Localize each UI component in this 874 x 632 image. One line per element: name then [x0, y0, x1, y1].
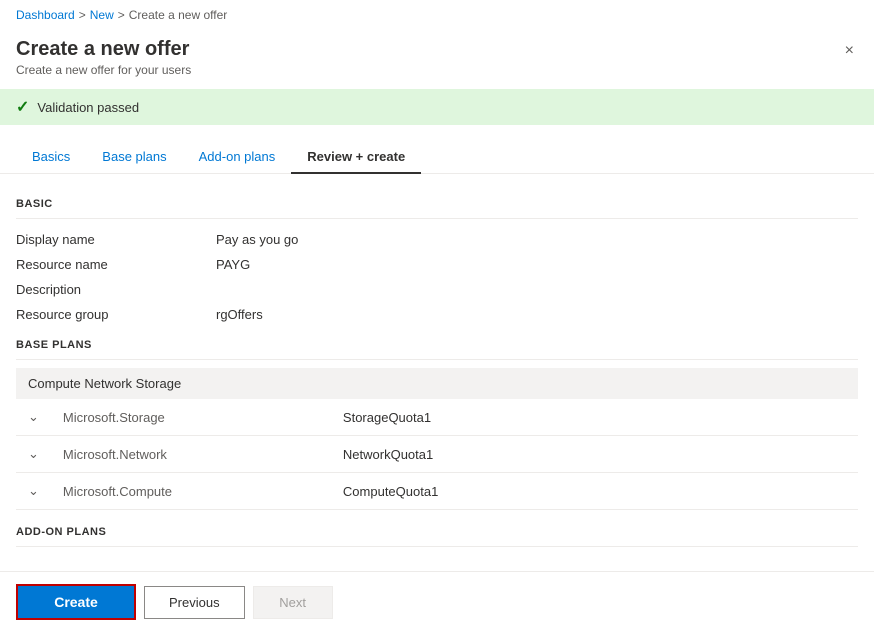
field-label-resource-name: Resource name: [16, 257, 216, 272]
quota-table: ⌄ Microsoft.Storage StorageQuota1 ⌄ Micr…: [16, 399, 858, 510]
chevron-storage: ⌄: [16, 399, 51, 436]
tab-basics[interactable]: Basics: [16, 141, 86, 174]
quota-row-compute: ⌄ Microsoft.Compute ComputeQuota1: [16, 473, 858, 510]
basic-section-header: BASIC: [16, 198, 858, 210]
field-value-display-name: Pay as you go: [216, 232, 298, 247]
next-button: Next: [253, 586, 333, 619]
base-plans-header: BASE PLANS: [16, 339, 858, 351]
plan-name-header: Compute Network Storage: [16, 368, 858, 399]
basic-divider: [16, 218, 858, 219]
tab-addon-plans[interactable]: Add-on plans: [183, 141, 292, 174]
tab-bar: Basics Base plans Add-on plans Review + …: [0, 125, 874, 174]
page-header: Create a new offer Create a new offer fo…: [0, 30, 874, 81]
quota-storage: StorageQuota1: [331, 399, 858, 436]
field-label-resource-group: Resource group: [16, 307, 216, 322]
breadcrumb-sep-2: >: [118, 8, 125, 22]
quota-network: NetworkQuota1: [331, 436, 858, 473]
quota-row-storage: ⌄ Microsoft.Storage StorageQuota1: [16, 399, 858, 436]
quota-row-network: ⌄ Microsoft.Network NetworkQuota1: [16, 436, 858, 473]
field-value-resource-name: PAYG: [216, 257, 250, 272]
field-resource-group: Resource group rgOffers: [16, 302, 858, 327]
field-label-description: Description: [16, 282, 216, 297]
addon-divider: [16, 546, 858, 547]
chevron-compute: ⌄: [16, 473, 51, 510]
tab-review-create[interactable]: Review + create: [291, 141, 421, 174]
validation-banner: ✓ Validation passed: [0, 89, 874, 125]
field-resource-name: Resource name PAYG: [16, 252, 858, 277]
validation-text: Validation passed: [37, 100, 139, 115]
create-button[interactable]: Create: [16, 584, 136, 620]
breadcrumb: Dashboard > New > Create a new offer: [0, 0, 874, 30]
quota-compute: ComputeQuota1: [331, 473, 858, 510]
service-compute: Microsoft.Compute: [51, 473, 331, 510]
breadcrumb-current: Create a new offer: [129, 8, 228, 22]
close-button[interactable]: ×: [841, 38, 858, 64]
base-plans-section: BASE PLANS Compute Network Storage ⌄ Mic…: [16, 339, 858, 510]
previous-button[interactable]: Previous: [144, 586, 245, 619]
validation-check-icon: ✓: [16, 97, 29, 117]
page-container: Dashboard > New > Create a new offer Cre…: [0, 0, 874, 632]
footer: Create Previous Next: [0, 571, 874, 632]
base-plans-divider: [16, 359, 858, 360]
service-network: Microsoft.Network: [51, 436, 331, 473]
main-content: BASIC Display name Pay as you go Resourc…: [0, 174, 874, 571]
chevron-network: ⌄: [16, 436, 51, 473]
breadcrumb-dashboard[interactable]: Dashboard: [16, 8, 75, 22]
tab-base-plans[interactable]: Base plans: [86, 141, 182, 174]
service-storage: Microsoft.Storage: [51, 399, 331, 436]
page-title: Create a new offer: [16, 38, 191, 61]
field-description: Description: [16, 277, 858, 302]
field-display-name: Display name Pay as you go: [16, 227, 858, 252]
breadcrumb-sep-1: >: [79, 8, 86, 22]
addon-plans-section: ADD-ON PLANS: [16, 526, 858, 547]
header-left: Create a new offer Create a new offer fo…: [16, 38, 191, 77]
field-value-resource-group: rgOffers: [216, 307, 263, 322]
breadcrumb-new[interactable]: New: [90, 8, 114, 22]
addon-plans-header: ADD-ON PLANS: [16, 526, 858, 538]
field-label-display-name: Display name: [16, 232, 216, 247]
page-subtitle: Create a new offer for your users: [16, 63, 191, 77]
